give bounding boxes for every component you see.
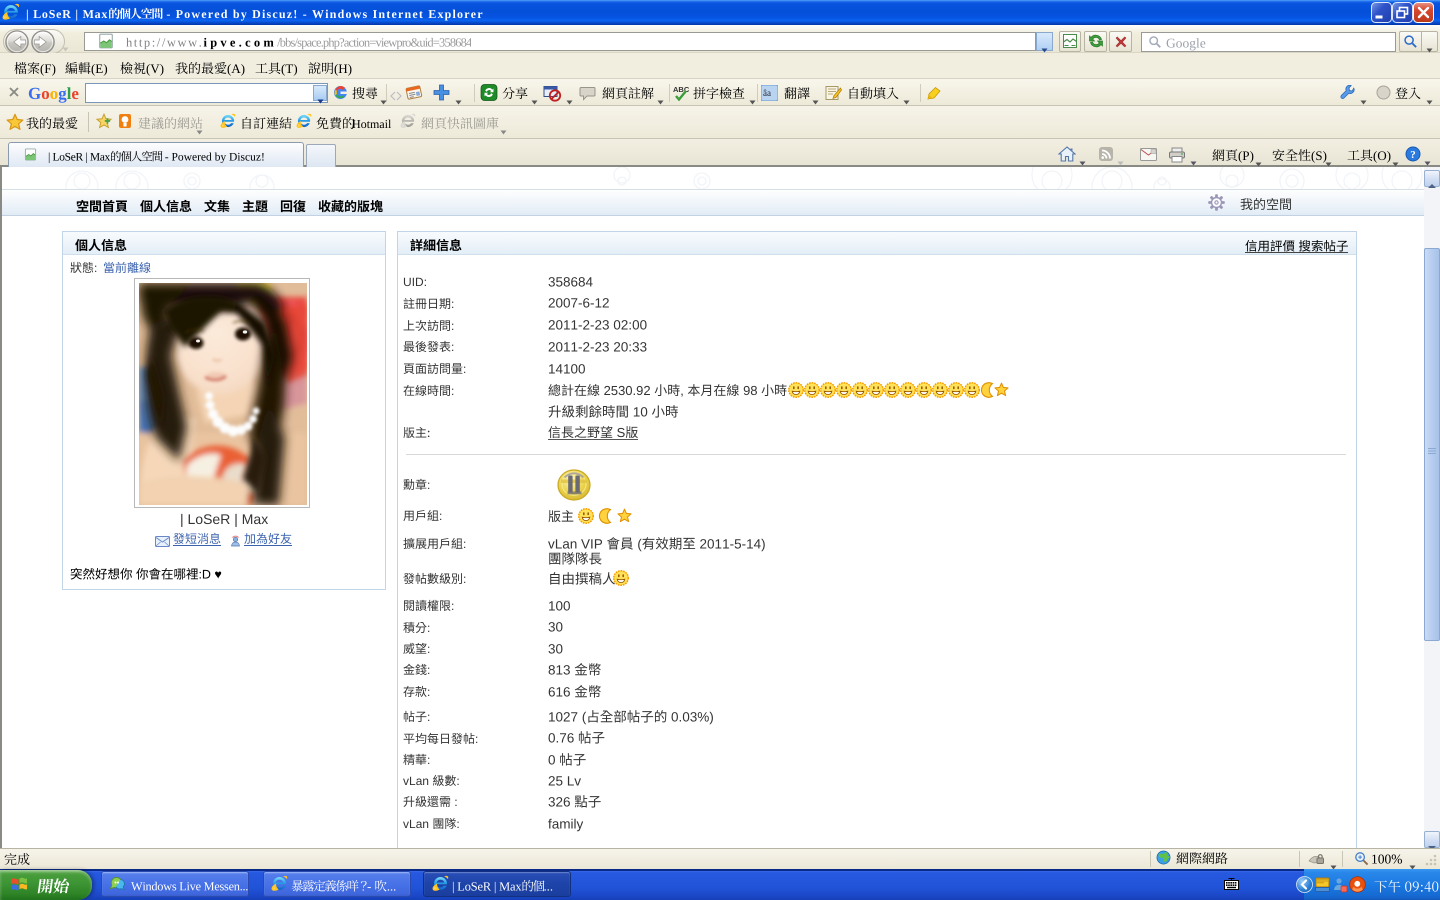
svg-text:ABC: ABC <box>673 85 690 94</box>
svg-text:âa: âa <box>763 88 771 98</box>
svg-text:?: ? <box>1410 149 1416 161</box>
